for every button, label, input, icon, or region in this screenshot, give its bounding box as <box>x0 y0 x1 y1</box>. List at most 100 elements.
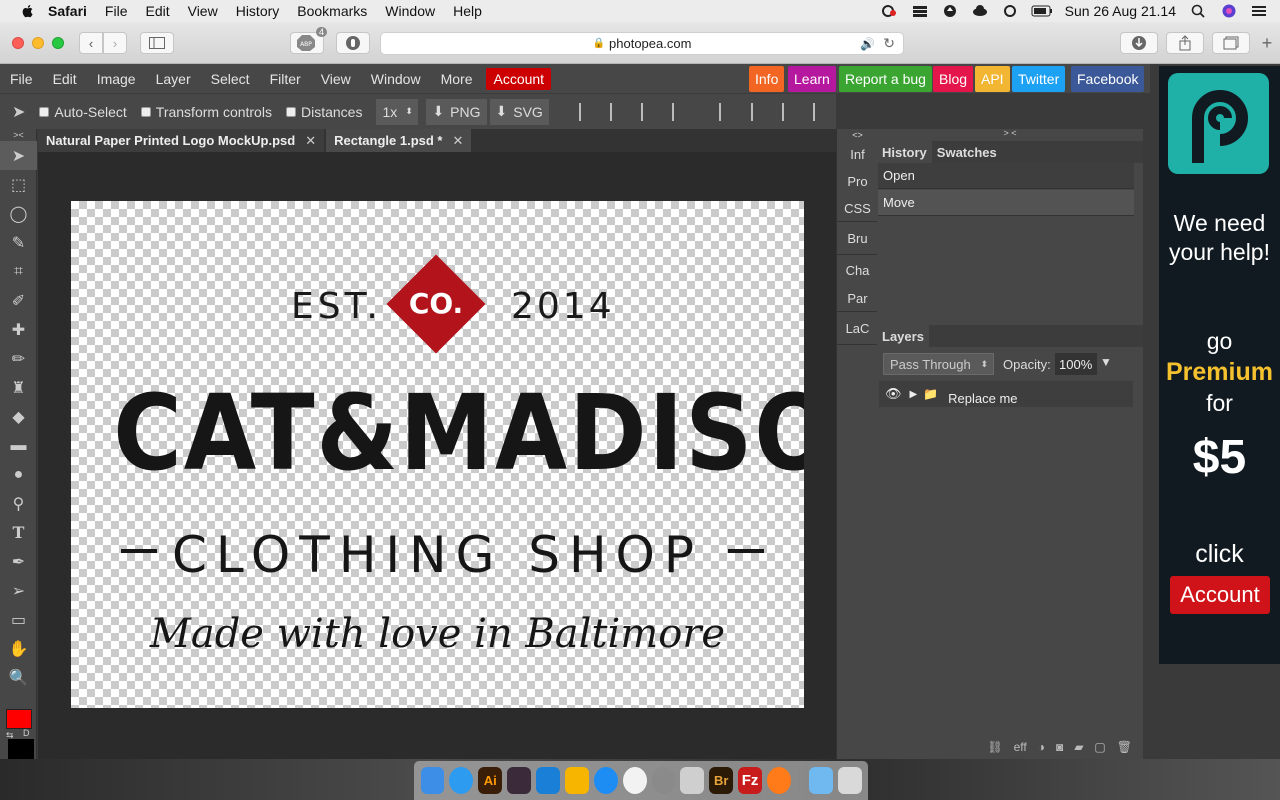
close-tab-icon[interactable]: ✕ <box>305 133 316 149</box>
healing-tool[interactable]: ✚ <box>0 315 37 344</box>
new-group-icon[interactable]: ▰ <box>1074 740 1083 754</box>
mini-brush[interactable]: Bru <box>837 222 878 255</box>
illustrator-icon[interactable]: Ai <box>478 767 503 794</box>
pp-menu-edit[interactable]: Edit <box>43 71 87 87</box>
dodge-tool[interactable]: ⚲ <box>0 489 37 518</box>
blog-link[interactable]: Blog <box>933 66 974 92</box>
zoom-tool[interactable]: 🔍 <box>0 663 37 692</box>
pp-menu-select[interactable]: Select <box>201 71 260 87</box>
magic-wand-tool[interactable]: ✎ <box>0 228 37 257</box>
affinity-icon[interactable] <box>536 767 560 794</box>
close-window-button[interactable] <box>12 37 24 49</box>
default-colors-icon[interactable]: D <box>23 728 30 738</box>
history-item[interactable]: Move <box>878 190 1134 216</box>
tabs-overview-button[interactable] <box>1212 32 1250 54</box>
mini-css[interactable]: CSS <box>837 195 878 222</box>
distances-option[interactable]: Distances <box>285 104 362 120</box>
font-book-icon[interactable] <box>680 767 705 794</box>
move-tool-icon[interactable]: ➤ <box>12 102 25 122</box>
system-preferences-icon[interactable] <box>651 767 676 794</box>
eyedropper-tool[interactable]: ✐ <box>0 286 37 315</box>
menu-safari[interactable]: Safari <box>48 3 87 19</box>
collapse-panels-icon[interactable]: > < <box>877 129 1143 138</box>
pp-menu-file[interactable]: File <box>0 71 43 87</box>
blur-tool[interactable]: ● <box>0 460 37 489</box>
battery-icon[interactable] <box>1031 4 1052 18</box>
cloud-icon[interactable] <box>971 4 989 18</box>
pp-menu-more[interactable]: More <box>431 71 483 87</box>
new-tab-button[interactable]: + <box>1256 30 1278 56</box>
distribute-h-icon[interactable] <box>672 102 687 121</box>
zoom-select[interactable]: 1x ⬍ <box>376 98 419 125</box>
mini-info[interactable]: Inf <box>837 141 878 168</box>
premium-ad[interactable]: We need your help! go Premium for $5 cli… <box>1159 66 1280 664</box>
twitter-link[interactable]: Twitter <box>1012 66 1066 92</box>
trash-icon[interactable]: 🗑 <box>1117 740 1132 754</box>
tab-history[interactable]: History <box>877 141 932 163</box>
address-bar[interactable]: 🔒 photopea.com 🔊 ↻ <box>380 32 904 55</box>
canvas-workspace[interactable]: EST. CO. 2014 CAT&MADISON CLOTHING SHOP … <box>38 152 836 759</box>
siri-icon[interactable] <box>1220 4 1238 18</box>
distribute-v-icon[interactable] <box>812 102 828 121</box>
bridge-icon[interactable]: Br <box>709 767 734 794</box>
tab-mockup[interactable]: Natural Paper Printed Logo MockUp.psd ✕ <box>38 129 325 152</box>
path-select-tool[interactable]: ➢ <box>0 576 37 605</box>
pen-tool[interactable]: ✒ <box>0 547 37 576</box>
sync-icon[interactable] <box>1001 4 1019 18</box>
mask-icon[interactable]: ◙ <box>1056 740 1063 754</box>
mini-character[interactable]: Cha <box>837 255 878 285</box>
menu-file[interactable]: File <box>105 3 128 19</box>
pp-menu-view[interactable]: View <box>311 71 361 87</box>
downloads-button[interactable] <box>1120 32 1158 54</box>
firefox-icon[interactable] <box>767 767 791 794</box>
brush-tool[interactable]: ✏ <box>0 344 37 373</box>
tab-layers[interactable]: Layers <box>877 325 929 347</box>
align-middle-icon[interactable] <box>750 102 766 121</box>
facebook-link[interactable]: Facebook <box>1071 66 1145 92</box>
effects-button[interactable]: eff <box>1014 740 1027 754</box>
expand-triangle-icon[interactable]: ▶ <box>910 389 918 400</box>
pp-menu-layer[interactable]: Layer <box>146 71 201 87</box>
itunes-icon[interactable] <box>622 767 647 794</box>
export-png-button[interactable]: ⬇ PNG <box>426 98 487 125</box>
stamp-tool[interactable]: ♜ <box>0 373 37 402</box>
gradient-tool[interactable]: ▬ <box>0 431 37 460</box>
new-layer-icon[interactable]: ▢ <box>1094 740 1105 754</box>
menu-history[interactable]: History <box>236 3 280 19</box>
marquee-tool[interactable]: ⬚ <box>0 170 37 199</box>
sketch-icon[interactable] <box>564 767 589 794</box>
finder-icon[interactable] <box>420 767 445 794</box>
opacity-input[interactable]: 100% <box>1055 353 1097 375</box>
adjustment-icon[interactable]: ◑ <box>1038 740 1045 754</box>
upload-icon[interactable] <box>941 4 959 18</box>
align-right-icon[interactable] <box>641 102 656 121</box>
menu-help[interactable]: Help <box>453 3 482 19</box>
audio-icon[interactable]: 🔊 <box>860 37 875 51</box>
menu-bookmarks[interactable]: Bookmarks <box>297 3 367 19</box>
zoom-window-button[interactable] <box>52 37 64 49</box>
background-color-swatch[interactable] <box>8 739 34 759</box>
link-layers-icon[interactable]: ⛓ <box>987 740 1002 754</box>
document-canvas[interactable]: EST. CO. 2014 CAT&MADISON CLOTHING SHOP … <box>71 201 804 708</box>
apple-icon[interactable] <box>20 3 36 19</box>
report-bug-link[interactable]: Report a bug <box>839 66 932 92</box>
eye-icon[interactable]: 👁 <box>885 386 902 402</box>
spotlight-icon[interactable] <box>1190 4 1208 18</box>
minimize-window-button[interactable] <box>32 37 44 49</box>
blend-mode-select[interactable]: Pass Through ⬍ <box>883 353 994 375</box>
adblock-button[interactable]: ABP 4 <box>290 27 327 54</box>
type-tool[interactable]: T <box>0 518 37 547</box>
lasso-tool[interactable]: ◯ <box>0 199 37 228</box>
transform-controls-checkbox[interactable] <box>140 106 151 117</box>
share-button[interactable] <box>1166 32 1204 54</box>
collapse-toolbox-icon[interactable]: >< <box>0 129 37 141</box>
filezilla-icon[interactable]: Fz <box>738 767 762 794</box>
history-item[interactable]: Open <box>878 163 1134 189</box>
clock[interactable]: Sun 26 Aug 21.14 <box>1065 3 1176 19</box>
align-top-icon[interactable] <box>719 102 734 121</box>
hand-tool[interactable]: ✋ <box>0 634 37 663</box>
collapse-mini-icon[interactable]: <> <box>837 129 878 141</box>
transform-controls-option[interactable]: Transform controls <box>140 104 272 120</box>
tab-rectangle[interactable]: Rectangle 1.psd * ✕ <box>326 129 472 152</box>
creative-cloud-icon[interactable] <box>881 4 899 18</box>
